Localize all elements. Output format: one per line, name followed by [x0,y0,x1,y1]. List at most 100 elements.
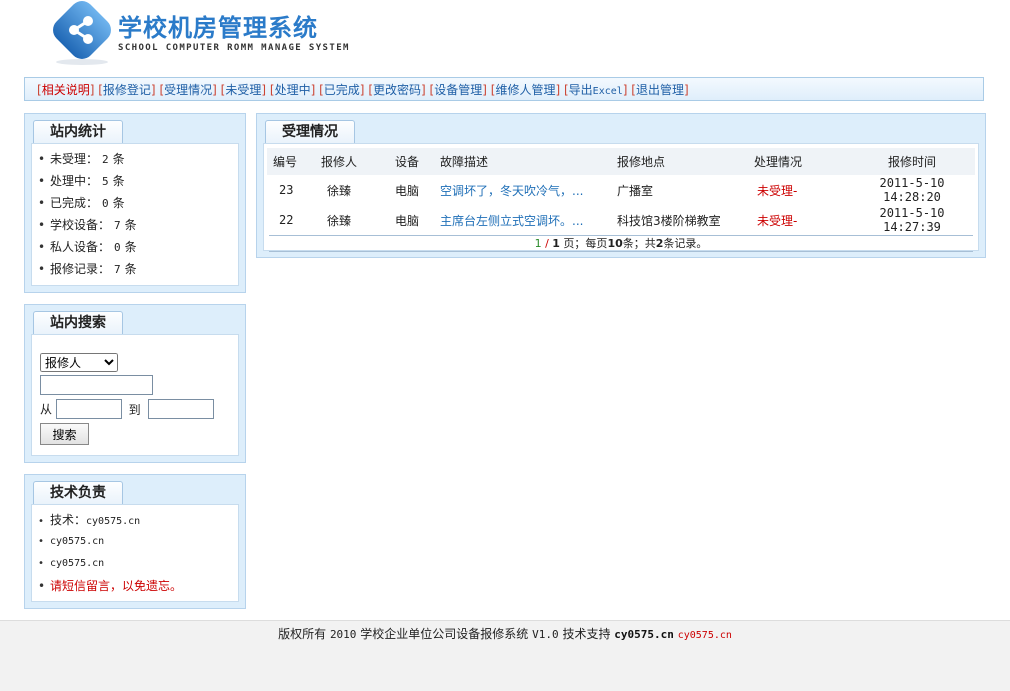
nav-export-suffix: Excel [592,86,623,97]
tech-list: • 技术：cy0575.cn • cy0575.cn • cy0575.cn • 请短信… [32,505,238,597]
stat-label: 学校设备： [50,218,111,232]
nav-repairers[interactable]: 维修人管理 [495,83,555,97]
footer: 版权所有 2010 学校企业单位公司设备报修系统 V1.0 技术支持 cy057… [0,620,1010,691]
search-panel-body: 报修人 从 到 搜索 [31,334,239,456]
nav-pending[interactable]: 未受理 [225,83,261,97]
table-header-row: 编号 报修人 设备 故障描述 报修地点 处理情况 报修时间 [267,148,975,175]
cell-status[interactable]: 未受理- [753,175,849,205]
stat-unit: 条 [112,152,125,166]
cell-device: 电脑 [395,183,420,198]
nav-processing[interactable]: 处理中 [275,83,311,97]
top-nav: [相关说明] [报修登记] [受理情况] [未受理] [处理中] [已完成] [… [24,77,984,101]
stats-panel-body: • 未受理： 2 条 • 处理中： 5 条 • 已完成： 0 条 • 学校设备： 7 条 • 私人设备： 0… [31,143,239,286]
date-to-input[interactable] [147,399,214,419]
nav-export-label: 导出 [568,83,593,97]
pager-text2: 条；共 [622,237,656,250]
cell-time: 2011-5-10 14:27:39 [879,206,945,234]
table-row: 23 徐臻 电脑 空调坏了，冬天吹冷气，... 广播室 未受理- 2011-5-… [267,175,975,205]
search-field-select[interactable]: 报修人 [40,353,118,372]
stat-value: 7 [114,219,121,232]
cell-time: 2011-5-10 14:28:20 [879,176,945,204]
date-from-input[interactable] [55,399,122,419]
search-panel-title: 站内搜索 [33,311,123,334]
nav-export-excel[interactable]: 导出Excel [569,83,623,97]
cell-status[interactable]: 未受理- [753,205,849,235]
main-panel-title: 受理情况 [265,120,355,143]
col-header-status: 处理情况 [753,148,849,175]
pager-current: 1 [534,237,542,250]
app-subtitle: SCHOOL COMPUTER ROMM MANAGE SYSTEM [118,43,350,53]
tech-item: • 技术：cy0575.cn [38,513,141,527]
main-panel: 受理情况 编号 报修人 设备 故障描述 报修地点 处理情况 报修时间 23 徐臻… [256,113,986,258]
cell-id: 23 [279,183,294,197]
tech-note: 请短信留言，以免遗忘。 [50,579,183,593]
tech-label: 技术： [50,513,87,527]
pager: 1 / 1 页；每页10条；共2条记录。 [269,235,973,252]
to-label: 到 [128,402,141,417]
cell-desc-link[interactable]: 空调坏了，冬天吹冷气，... [440,184,583,198]
nav-report[interactable]: 报修登记 [103,83,151,97]
stat-value: 5 [102,175,109,188]
stat-label: 报修记录： [50,262,111,276]
pager-text3: 条记录。 [663,237,708,250]
stats-panel-title: 站内统计 [33,120,123,143]
stat-label: 处理中： [50,174,99,188]
search-input[interactable] [40,375,153,395]
nav-logout[interactable]: 退出管理 [636,83,684,97]
col-header-location: 报修地点 [616,148,753,175]
col-header-desc: 故障描述 [439,148,616,175]
cell-reporter: 徐臻 [327,183,352,198]
stat-label: 私人设备： [50,240,111,254]
tech-panel-title: 技术负责 [33,481,123,504]
cell-reporter: 徐臻 [327,213,352,228]
cell-location: 广播室 [617,183,654,198]
stat-unit: 条 [112,196,125,210]
stat-value: 2 [102,153,109,166]
tech-value: cy0575.cn [50,536,105,547]
cell-id: 22 [279,213,294,227]
pager-total: 1 [552,237,560,250]
footer-copyright: 版权所有 [278,627,327,641]
logo-share-icon [53,1,111,65]
pager-text1: 页；每页 [559,237,608,250]
stat-label: 已完成： [50,196,99,210]
cell-location: 科技馆3楼阶梯教室 [617,213,721,228]
nav-accepted[interactable]: 受理情况 [164,83,212,97]
app-title: 学校机房管理系统 [118,14,318,42]
pager-sep: / [541,237,553,250]
cell-desc-link[interactable]: 主席台左侧立式空调坏。... [440,214,583,228]
nav-devices[interactable]: 设备管理 [434,83,482,97]
stat-unit: 条 [124,262,137,276]
col-header-id: 编号 [267,148,315,175]
stat-value: 7 [114,263,121,276]
stat-label: 未受理： [50,152,99,166]
col-header-device: 设备 [392,148,439,175]
nav-help[interactable]: 相关说明 [42,83,90,97]
stat-item: • 处理中： 5 条 [38,174,125,188]
tech-value: cy0575.cn [50,558,105,569]
cell-device: 电脑 [395,213,420,228]
stat-unit: 条 [124,218,137,232]
stats-panel: 站内统计 • 未受理： 2 条 • 处理中： 5 条 • 已完成： 0 条 • 学校设备： 7 条 • 私… [24,113,246,293]
tech-item: • cy0575.cn [38,558,105,569]
tech-value: cy0575.cn [86,516,141,527]
from-label: 从 [40,402,53,417]
footer-link-1[interactable]: cy0575.cn [614,628,674,641]
tech-panel: 技术负责 • 技术：cy0575.cn • cy0575.cn • cy0575.cn… [24,474,246,609]
stat-item: • 未受理： 2 条 [38,152,125,166]
tech-panel-body: • 技术：cy0575.cn • cy0575.cn • cy0575.cn • 请短信… [31,504,239,602]
stat-item: • 报修记录： 7 条 [38,262,137,276]
stat-item: • 私人设备： 0 条 [38,240,137,254]
footer-year: 2010 [329,628,357,641]
nav-completed[interactable]: 已完成 [324,83,360,97]
col-header-time: 报修时间 [849,148,975,175]
table-row: 22 徐臻 电脑 主席台左侧立式空调坏。... 科技馆3楼阶梯教室 未受理- 2… [267,205,975,235]
main-panel-body: 编号 报修人 设备 故障描述 报修地点 处理情况 报修时间 23 徐臻 电脑 空… [263,143,979,252]
footer-system-name: 学校企业单位公司设备报修系统 [360,627,529,641]
nav-change-password[interactable]: 更改密码 [373,83,421,97]
stat-unit: 条 [124,240,137,254]
search-button[interactable]: 搜索 [40,423,89,445]
stat-unit: 条 [112,174,125,188]
footer-support-label: 技术支持 [562,627,611,641]
footer-link-2[interactable]: cy0575.cn [678,630,732,641]
